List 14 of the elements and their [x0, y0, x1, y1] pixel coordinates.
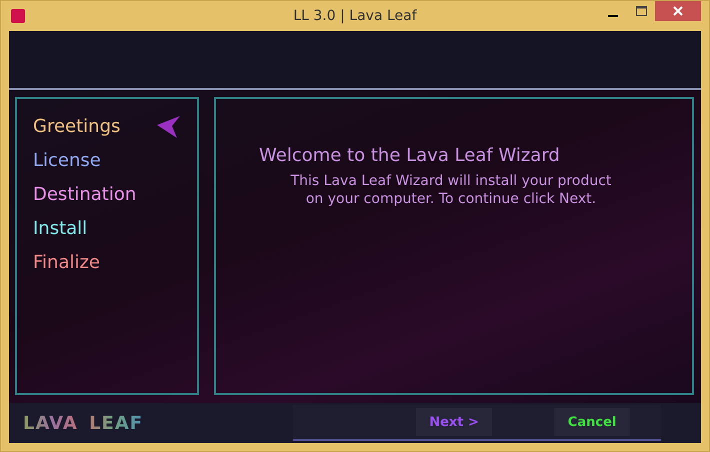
- step-label: Finalize: [33, 252, 102, 273]
- step-label: License: [33, 150, 102, 171]
- maximize-icon: [636, 6, 646, 16]
- welcome-text: This Lava Leaf Wizard will install your product on your computer. To continue click Next.: [290, 172, 612, 208]
- step-label: Install: [33, 218, 88, 239]
- app-icon: [11, 9, 25, 23]
- cancel-button[interactable]: Cancel: [554, 408, 630, 436]
- minimize-icon: [608, 15, 618, 17]
- step-label: Greetings: [33, 116, 122, 137]
- step-label: Destination: [33, 184, 138, 205]
- window-title: LL 3.0 | Lava Leaf: [292, 8, 418, 24]
- welcome-heading: Welcome to the Lava Leaf Wizard: [259, 145, 561, 166]
- close-button[interactable]: [655, 1, 701, 21]
- close-icon: [673, 6, 683, 16]
